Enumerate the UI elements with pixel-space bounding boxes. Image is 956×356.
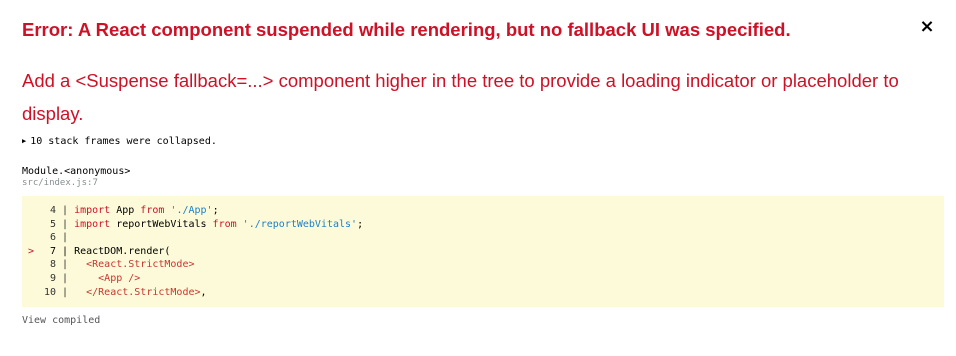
- collapsed-frames-toggle[interactable]: ▶ 10 stack frames were collapsed.: [22, 136, 934, 147]
- code-line: 4 | import App from './App';: [22, 204, 944, 218]
- line-separator: |: [56, 286, 75, 298]
- code-token: ;: [212, 205, 219, 216]
- close-icon[interactable]: ×: [916, 16, 938, 38]
- line-number: 6: [49, 232, 56, 244]
- line-separator: |: [56, 245, 75, 257]
- code-token: </React.StrictMode>: [86, 286, 201, 298]
- code-token: from: [140, 205, 165, 216]
- code-token: './App': [170, 205, 213, 216]
- code-token: './reportWebVitals': [242, 218, 358, 230]
- line-number: 9: [49, 272, 56, 284]
- line-number: 7: [49, 245, 56, 257]
- code-token: ReactDOM: [74, 245, 123, 257]
- code-token: .render(: [122, 245, 171, 257]
- line-number: 8: [49, 259, 56, 271]
- code-line: 6 |: [22, 231, 944, 245]
- line-separator: |: [56, 272, 75, 284]
- line-number: 10: [43, 286, 56, 298]
- code-token: import: [74, 205, 111, 216]
- stack-frame-location: src/index.js:7: [22, 178, 98, 188]
- code-line: 9 | <App />: [22, 272, 944, 286]
- code-token: from: [212, 218, 237, 230]
- code-snippet: 4 | import App from './App'; 5 | import r…: [22, 196, 944, 308]
- code-token: <React.StrictMode>: [86, 259, 195, 271]
- error-message: Add a <Suspense fallback=...> component …: [22, 70, 899, 124]
- code-line: 8 | <React.StrictMode>: [22, 258, 944, 272]
- view-compiled-link[interactable]: View compiled: [22, 315, 934, 326]
- line-marker: >: [27, 245, 35, 257]
- line-number: 5: [49, 218, 56, 230]
- line-separator: |: [56, 205, 75, 216]
- code-token: ,: [200, 286, 207, 298]
- line-separator: |: [56, 218, 75, 230]
- code-token: reportWebVitals: [110, 218, 213, 230]
- code-token: ;: [357, 218, 364, 230]
- code-line: >7 | ReactDOM.render(: [22, 245, 944, 259]
- stack-frame-function: Module.<anonymous>: [22, 166, 131, 177]
- line-separator: |: [56, 259, 75, 271]
- line-number: 4: [49, 205, 56, 216]
- code-token: import: [74, 218, 111, 230]
- error-title: Error: A React component suspended while…: [22, 19, 791, 40]
- code-token: <App />: [98, 272, 141, 284]
- code-line: 10 | </React.StrictMode>,: [22, 286, 944, 300]
- expand-triangle-icon: ▶: [22, 137, 27, 145]
- error-overlay: Error: A React component suspended while…: [0, 0, 956, 356]
- code-line: 5 | import reportWebVitals from './repor…: [22, 218, 944, 232]
- collapsed-frames-label: 10 stack frames were collapsed.: [30, 136, 217, 147]
- code-token: App: [110, 205, 141, 216]
- line-separator: |: [56, 232, 75, 244]
